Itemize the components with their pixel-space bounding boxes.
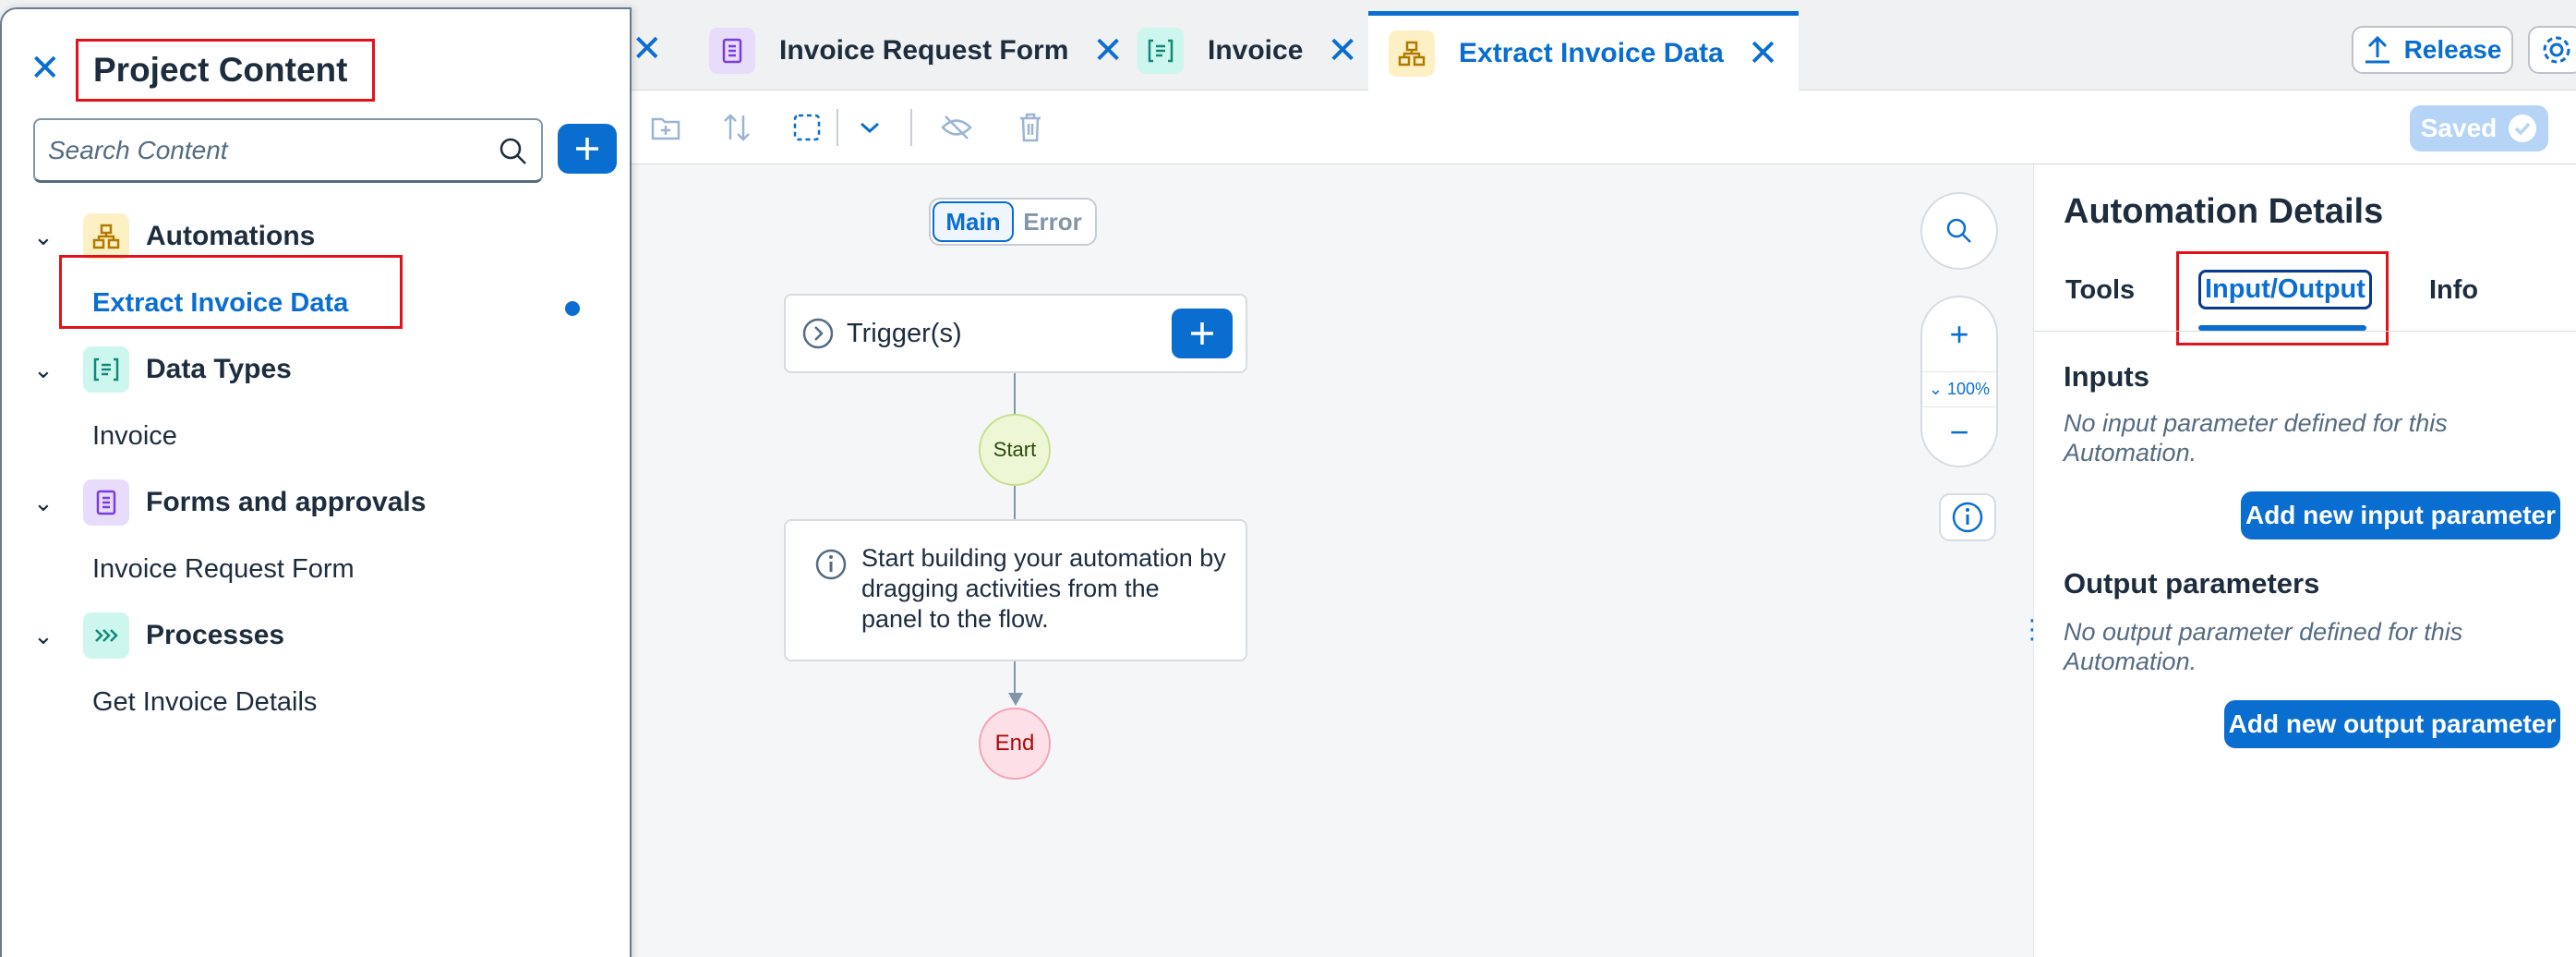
- tab-input-output[interactable]: Input/Output: [2198, 270, 2372, 309]
- tab-label: Invoice Request Form: [779, 35, 1069, 66]
- outputs-heading: Output parameters: [2064, 567, 2320, 600]
- saved-button[interactable]: Saved: [2410, 105, 2548, 151]
- empty-flow-hint: Start building your automation by draggi…: [784, 519, 1247, 661]
- automation-details-panel: Automation Details Tools Input/Output In…: [2033, 164, 2576, 957]
- flow-segmented-control: Main Error: [929, 198, 1097, 246]
- group-processes[interactable]: ⌄ Processes: [33, 610, 284, 661]
- tab-extract-invoice-data[interactable]: Extract Invoice Data ✕: [1368, 11, 1800, 91]
- canvas-search-button[interactable]: [1920, 192, 1998, 270]
- plus-icon: [1191, 322, 1213, 345]
- automation-icon: [83, 213, 129, 260]
- data-type-icon: [83, 346, 129, 393]
- outputs-empty-text: No output parameter defined for this Aut…: [2064, 618, 2463, 675]
- unsaved-indicator: [565, 301, 580, 316]
- toolbar-divider: [910, 109, 912, 146]
- form-icon: [709, 28, 755, 74]
- info-icon: [815, 549, 847, 580]
- tree-item-invoice[interactable]: Invoice: [92, 421, 177, 452]
- form-icon: [83, 479, 129, 526]
- canvas-info-button[interactable]: [1939, 493, 1996, 541]
- search-icon: [1946, 218, 1971, 243]
- tab-divider: [2034, 331, 2576, 332]
- group-label: Data Types: [146, 354, 292, 384]
- upload-icon: [2365, 35, 2389, 64]
- toolbar-divider: [837, 109, 838, 146]
- zoom-out-icon[interactable]: −: [1922, 416, 1996, 449]
- flow-canvas[interactable]: Main Error Trigger(s) Start Start buildi…: [632, 164, 2037, 957]
- editor-toolbar: Saved: [632, 91, 2576, 164]
- zoom-value: 100%: [1947, 380, 1991, 398]
- chevron-down-icon[interactable]: ⌄: [33, 489, 65, 517]
- flow-connector: [1014, 486, 1016, 519]
- release-label: Release: [2403, 35, 2502, 64]
- delete-icon[interactable]: [1010, 107, 1051, 148]
- data-type-icon: [1138, 28, 1184, 74]
- hint-text: Start building your automation by draggi…: [861, 544, 1226, 633]
- add-group-icon[interactable]: [646, 107, 687, 148]
- hide-icon[interactable]: [936, 107, 977, 148]
- panel-title: Project Content: [76, 39, 375, 102]
- chevron-down-icon[interactable]: ⌄: [33, 622, 65, 650]
- zoom-level[interactable]: ⌄ 100%: [1922, 371, 1996, 407]
- start-node[interactable]: Start: [979, 414, 1051, 486]
- tab-info[interactable]: Info: [2429, 275, 2478, 306]
- tree-item-invoice-request-form[interactable]: Invoice Request Form: [92, 554, 355, 585]
- select-area-icon[interactable]: [787, 107, 827, 148]
- chevron-down-icon[interactable]: ⌄: [33, 356, 65, 384]
- group-forms-and-approvals[interactable]: ⌄ Forms and approvals: [33, 477, 426, 528]
- search-placeholder: Search Content: [48, 135, 228, 164]
- settings-button[interactable]: [2528, 26, 2576, 74]
- flow-arrowhead: [1008, 693, 1023, 706]
- add-output-parameter-button[interactable]: Add new output parameter: [2224, 700, 2560, 748]
- chevron-right-circle-icon: [802, 318, 834, 349]
- tree-item-extract-invoice-data[interactable]: Extract Invoice Data: [92, 288, 348, 319]
- tab-label: Invoice: [1208, 35, 1304, 66]
- tab-tools[interactable]: Tools: [2065, 275, 2135, 306]
- flow-connector: [1014, 373, 1016, 414]
- tab-invoice-request-form[interactable]: Invoice Request Form ✕: [689, 11, 1144, 91]
- search-input[interactable]: Search Content: [33, 118, 543, 183]
- group-label: Automations: [146, 221, 316, 251]
- trigger-card[interactable]: Trigger(s): [784, 294, 1247, 373]
- search-icon[interactable]: [499, 137, 528, 166]
- panel-title: Automation Details: [2064, 192, 2384, 231]
- close-icon[interactable]: ✕: [1748, 35, 1779, 72]
- group-label: Processes: [146, 620, 285, 650]
- add-trigger-button[interactable]: [1172, 309, 1233, 358]
- trigger-label: Trigger(s): [847, 318, 962, 348]
- gear-icon: [2543, 36, 2570, 64]
- end-node[interactable]: End: [979, 708, 1051, 780]
- chevron-down-icon[interactable]: ⌄: [33, 223, 65, 251]
- segment-main[interactable]: Main: [933, 201, 1014, 242]
- inputs-empty-text: No input parameter defined for this Auto…: [2064, 409, 2448, 466]
- group-data-types[interactable]: ⌄ Data Types: [33, 344, 292, 395]
- info-icon: [1952, 502, 1983, 533]
- segment-error[interactable]: Error: [1014, 201, 1091, 242]
- saved-label: Saved: [2420, 114, 2498, 142]
- plus-icon: [576, 138, 598, 160]
- checkmark-icon: [2509, 115, 2537, 142]
- group-label: Forms and approvals: [146, 487, 427, 517]
- release-button[interactable]: Release: [2352, 26, 2513, 74]
- add-input-parameter-button[interactable]: Add new input parameter: [2241, 491, 2560, 539]
- flow-connector: [1014, 661, 1016, 695]
- close-tab-icon[interactable]: ✕: [632, 28, 663, 70]
- zoom-controls: + ⌄ 100% −: [1920, 296, 1998, 467]
- process-icon: [83, 612, 129, 659]
- automation-icon: [1389, 30, 1435, 77]
- close-icon[interactable]: ✕: [1327, 32, 1358, 69]
- close-icon[interactable]: ✕: [30, 50, 61, 87]
- sort-icon[interactable]: [716, 107, 757, 148]
- tab-label: Extract Invoice Data: [1459, 37, 1724, 68]
- tab-invoice[interactable]: Invoice ✕: [1117, 11, 1378, 91]
- chevron-down-icon[interactable]: [849, 107, 890, 148]
- tree-item-get-invoice-details[interactable]: Get Invoice Details: [92, 687, 317, 718]
- project-content-panel: ✕ Project Content Search Content ⌄ Autom…: [0, 7, 632, 957]
- add-content-button[interactable]: [558, 124, 617, 174]
- inputs-heading: Inputs: [2064, 360, 2149, 393]
- zoom-in-icon[interactable]: +: [1922, 318, 1996, 351]
